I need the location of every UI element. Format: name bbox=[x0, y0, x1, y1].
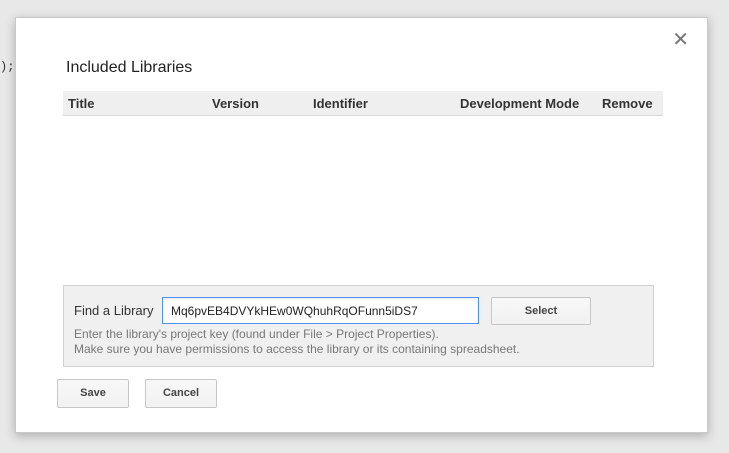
cancel-button[interactable]: Cancel bbox=[145, 379, 217, 408]
libraries-dialog: ✕ Included Libraries Title Version Ident… bbox=[15, 17, 708, 433]
column-version: Version bbox=[212, 96, 259, 111]
help-text-permissions: Make sure you have permissions to access… bbox=[74, 342, 520, 356]
libraries-table-header: Title Version Identifier Development Mod… bbox=[63, 91, 663, 116]
library-key-input[interactable] bbox=[162, 297, 479, 324]
find-library-panel: Find a Library Select Enter the library'… bbox=[63, 285, 654, 367]
column-title: Title bbox=[68, 96, 95, 111]
column-remove: Remove bbox=[602, 96, 653, 111]
select-button[interactable]: Select bbox=[491, 297, 591, 325]
save-button[interactable]: Save bbox=[57, 379, 129, 408]
help-text-project-key: Enter the library's project key (found u… bbox=[74, 327, 439, 341]
column-development-mode: Development Mode bbox=[460, 96, 580, 111]
find-library-label: Find a Library bbox=[74, 303, 154, 318]
column-identifier: Identifier bbox=[313, 96, 368, 111]
dialog-title: Included Libraries bbox=[66, 59, 193, 76]
background-code-fragment: ); bbox=[0, 60, 15, 74]
close-icon[interactable]: ✕ bbox=[672, 30, 689, 50]
